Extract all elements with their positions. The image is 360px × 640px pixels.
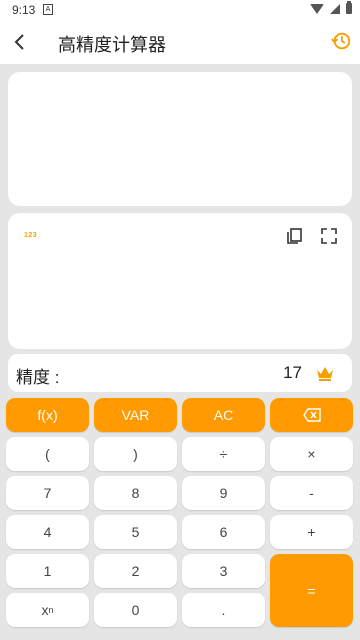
notification-icon: A [43, 4, 53, 15]
close-paren-key[interactable]: ) [94, 437, 177, 471]
backspace-key[interactable] [270, 398, 353, 432]
digit-9-key[interactable]: 9 [182, 476, 265, 510]
status-time: 9:13 [12, 3, 36, 17]
power-exponent: n [48, 605, 54, 615]
copy-icon[interactable] [286, 227, 304, 245]
precision-row[interactable]: 精度 : 17 [8, 354, 352, 392]
number-mode-badge: 123 [24, 232, 38, 239]
function-key[interactable]: f(x) [6, 398, 89, 432]
digit-5-key[interactable]: 5 [94, 515, 177, 549]
fullscreen-icon[interactable] [320, 227, 338, 245]
precision-label: 精度 : [16, 368, 60, 387]
back-arrow-icon[interactable] [10, 32, 30, 52]
plus-key[interactable]: + [270, 515, 353, 549]
clear-key[interactable]: AC [182, 398, 265, 432]
app-bar: 高精度计算器 [0, 20, 360, 64]
digit-4-key[interactable]: 4 [6, 515, 89, 549]
result-display: 123 [8, 213, 352, 349]
page-title: 高精度计算器 [58, 35, 166, 55]
precision-value[interactable]: 17 [283, 363, 302, 383]
digit-0-key[interactable]: 0 [94, 593, 177, 627]
status-bar: 9:13 A [0, 0, 360, 20]
battery-icon [346, 1, 352, 14]
system-icons [310, 1, 352, 14]
digit-8-key[interactable]: 8 [94, 476, 177, 510]
crown-icon[interactable] [316, 365, 334, 381]
digit-7-key[interactable]: 7 [6, 476, 89, 510]
open-paren-key[interactable]: ( [6, 437, 89, 471]
digit-6-key[interactable]: 6 [182, 515, 265, 549]
minus-key[interactable]: - [270, 476, 353, 510]
power-key[interactable]: xn [6, 593, 89, 627]
backspace-icon [302, 408, 321, 422]
history-icon[interactable] [330, 30, 352, 52]
variable-key[interactable]: VAR [94, 398, 177, 432]
equals-key[interactable]: = [270, 554, 353, 627]
signal-icon [330, 3, 340, 14]
power-base: x [41, 602, 49, 618]
digit-1-key[interactable]: 1 [6, 554, 89, 588]
expression-display[interactable] [8, 72, 352, 206]
multiply-key[interactable]: × [270, 437, 353, 471]
decimal-key[interactable]: . [182, 593, 265, 627]
wifi-icon [310, 3, 324, 14]
divide-key[interactable]: ÷ [182, 437, 265, 471]
digit-2-key[interactable]: 2 [94, 554, 177, 588]
digit-3-key[interactable]: 3 [182, 554, 265, 588]
